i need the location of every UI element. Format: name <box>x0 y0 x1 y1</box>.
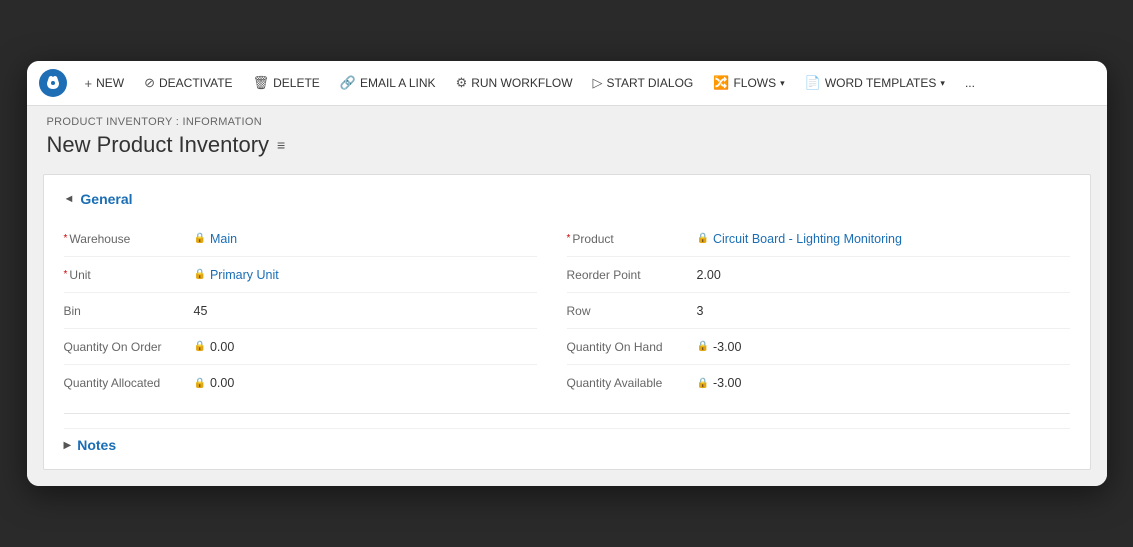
quantity-on-hand-label: Quantity On Hand <box>567 340 697 354</box>
quantity-on-hand-row: Quantity On Hand 🔒 -3.00 <box>567 329 1070 365</box>
breadcrumb: PRODUCT INVENTORY : INFORMATION <box>47 116 1087 128</box>
flows-icon: 🔀 <box>713 75 729 91</box>
deactivate-icon: ⊘ <box>144 75 155 91</box>
general-toggle-icon[interactable]: ◄ <box>64 193 75 205</box>
word-templates-button[interactable]: 📄 WORD TEMPLATES ▾ <box>797 70 953 96</box>
notes-toggle-icon[interactable]: ▶ <box>64 440 72 451</box>
warehouse-value[interactable]: 🔒 Main <box>194 232 238 246</box>
notes-section: ▶ Notes <box>64 428 1070 453</box>
reorder-point-label: Reorder Point <box>567 268 697 282</box>
deactivate-button[interactable]: ⊘ DEACTIVATE <box>136 70 240 96</box>
app-logo <box>39 69 67 97</box>
unit-row: * Unit 🔒 Primary Unit <box>64 257 537 293</box>
page-title-row: New Product Inventory ≡ <box>47 132 1087 158</box>
more-options-button[interactable]: ... <box>957 71 983 95</box>
qty-hand-lock-icon: 🔒 <box>697 341 709 352</box>
row-field-value: 3 <box>697 304 704 318</box>
notes-title: Notes <box>77 437 116 453</box>
quantity-allocated-row: Quantity Allocated 🔒 0.00 <box>64 365 537 401</box>
unit-lock-icon: 🔒 <box>194 269 206 280</box>
product-value[interactable]: 🔒 Circuit Board - Lighting Monitoring <box>697 232 902 246</box>
warehouse-required: * <box>64 233 68 244</box>
word-templates-icon: 📄 <box>805 75 821 91</box>
row-field-label: Row <box>567 304 697 318</box>
reorder-point-row: Reorder Point 2.00 <box>567 257 1070 293</box>
main-content: ◄ General * Warehouse 🔒 Main <box>27 164 1107 486</box>
quantity-available-value: 🔒 -3.00 <box>697 376 742 390</box>
start-dialog-icon: ▷ <box>593 75 603 91</box>
toolbar: + NEW ⊘ DEACTIVATE 🗑 DELETE 🔗 EMAIL A LI… <box>27 61 1107 106</box>
warehouse-label: * Warehouse <box>64 232 194 246</box>
word-templates-chevron-icon: ▾ <box>940 78 945 89</box>
email-link-button[interactable]: 🔗 EMAIL A LINK <box>332 70 444 96</box>
new-button[interactable]: + NEW <box>77 71 133 96</box>
quantity-on-order-value: 🔒 0.00 <box>194 340 235 354</box>
product-label: * Product <box>567 232 697 246</box>
run-workflow-button[interactable]: ⚙ RUN WORKFLOW <box>448 70 581 96</box>
reorder-point-value: 2.00 <box>697 268 721 282</box>
quantity-allocated-label: Quantity Allocated <box>64 376 194 390</box>
start-dialog-button[interactable]: ▷ START DIALOG <box>585 70 702 96</box>
warehouse-row: * Warehouse 🔒 Main <box>64 221 537 257</box>
delete-button[interactable]: 🗑 DELETE <box>245 70 328 96</box>
warehouse-lock-icon: 🔒 <box>194 233 206 244</box>
breadcrumb-area: PRODUCT INVENTORY : INFORMATION New Prod… <box>27 106 1107 164</box>
general-section-header: ◄ General <box>64 191 1070 207</box>
run-workflow-icon: ⚙ <box>456 75 468 91</box>
product-lock-icon: 🔒 <box>697 233 709 244</box>
product-required: * <box>567 233 571 244</box>
row-field-row: Row 3 <box>567 293 1070 329</box>
quantity-on-hand-value: 🔒 -3.00 <box>697 340 742 354</box>
form-right-col: * Product 🔒 Circuit Board - Lighting Mon… <box>567 221 1070 401</box>
general-card: ◄ General * Warehouse 🔒 Main <box>43 174 1091 470</box>
qty-alloc-lock-icon: 🔒 <box>194 378 206 389</box>
bin-row: Bin 45 <box>64 293 537 329</box>
new-icon: + <box>85 76 93 91</box>
form-left-col: * Warehouse 🔒 Main * Unit <box>64 221 567 401</box>
quantity-allocated-value: 🔒 0.00 <box>194 376 235 390</box>
page-title: New Product Inventory <box>47 132 270 158</box>
flows-chevron-icon: ▾ <box>780 78 785 89</box>
email-link-icon: 🔗 <box>340 75 356 91</box>
bin-value: 45 <box>194 304 208 318</box>
notes-header[interactable]: ▶ Notes <box>64 437 1070 453</box>
unit-label: * Unit <box>64 268 194 282</box>
page-menu-icon[interactable]: ≡ <box>277 137 285 153</box>
quantity-on-order-row: Quantity On Order 🔒 0.00 <box>64 329 537 365</box>
quantity-available-row: Quantity Available 🔒 -3.00 <box>567 365 1070 401</box>
notes-divider <box>64 413 1070 414</box>
flows-button[interactable]: 🔀 FLOWS ▾ <box>705 70 792 96</box>
delete-icon: 🗑 <box>253 75 270 91</box>
app-window: + NEW ⊘ DEACTIVATE 🗑 DELETE 🔗 EMAIL A LI… <box>27 61 1107 486</box>
general-section-title: General <box>80 191 132 207</box>
qty-avail-lock-icon: 🔒 <box>697 378 709 389</box>
form-grid: * Warehouse 🔒 Main * Unit <box>64 221 1070 401</box>
quantity-available-label: Quantity Available <box>567 376 697 390</box>
bin-label: Bin <box>64 304 194 318</box>
product-row: * Product 🔒 Circuit Board - Lighting Mon… <box>567 221 1070 257</box>
quantity-on-order-label: Quantity On Order <box>64 340 194 354</box>
unit-value[interactable]: 🔒 Primary Unit <box>194 268 279 282</box>
unit-required: * <box>64 269 68 280</box>
qty-order-lock-icon: 🔒 <box>194 341 206 352</box>
